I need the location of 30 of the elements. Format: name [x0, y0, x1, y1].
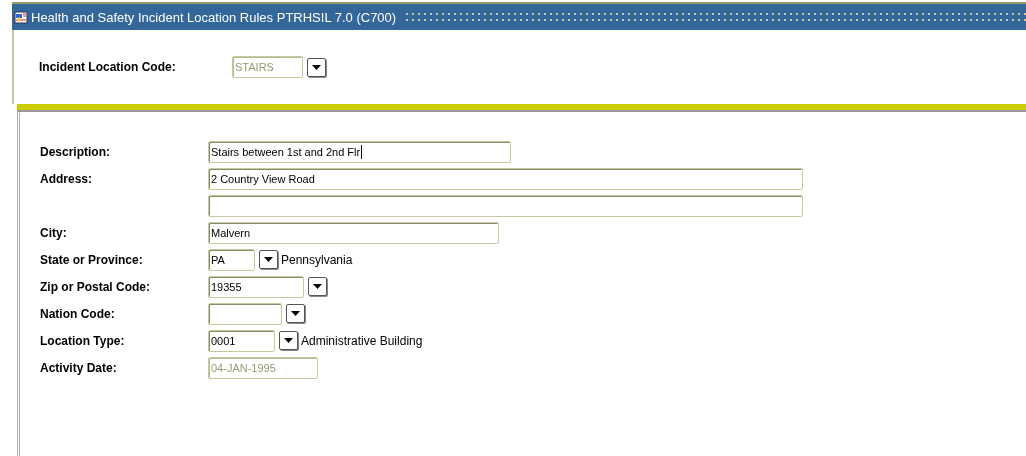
- lookup-description: Pennsylvania: [281, 252, 353, 267]
- dropdown-button[interactable]: [279, 331, 298, 350]
- field-label: Location Type:: [40, 333, 126, 348]
- lookup-description: Administrative Building: [301, 333, 423, 348]
- field-label: State or Province:: [40, 252, 144, 267]
- caret-icon: [284, 338, 293, 343]
- field-label: Address:: [40, 171, 93, 186]
- field-label: Activity Date:: [40, 360, 118, 375]
- field-label: Incident Location Code:: [39, 60, 177, 74]
- dropdown-button[interactable]: [259, 250, 278, 269]
- input-field[interactable]: Malvern: [208, 221, 499, 244]
- window-title: Health and Safety Incident Location Rules PTRHSIL 7.0 (C700): [31, 9, 397, 25]
- app-icon: [14, 10, 28, 24]
- input-field[interactable]: Stairs between 1st and 2nd Flr: [208, 140, 511, 163]
- field-label: City:: [40, 225, 68, 240]
- caret-icon: [312, 64, 321, 70]
- dropdown-button[interactable]: [308, 277, 327, 296]
- caret-icon: [313, 284, 322, 289]
- field-label: Zip or Postal Code:: [40, 279, 151, 294]
- input-field[interactable]: [208, 194, 803, 217]
- field-label: Description:: [40, 144, 111, 159]
- dropdown-button[interactable]: [286, 304, 305, 323]
- caret-icon: [291, 311, 300, 316]
- input-field[interactable]: 0001: [208, 329, 275, 352]
- input-field[interactable]: [208, 302, 282, 325]
- input-field[interactable]: 19355: [208, 275, 304, 298]
- input-field[interactable]: PA: [208, 248, 255, 271]
- field-label: Nation Code:: [40, 306, 116, 321]
- caret-icon: [264, 257, 273, 262]
- input-field[interactable]: 2 Country View Road: [208, 167, 803, 190]
